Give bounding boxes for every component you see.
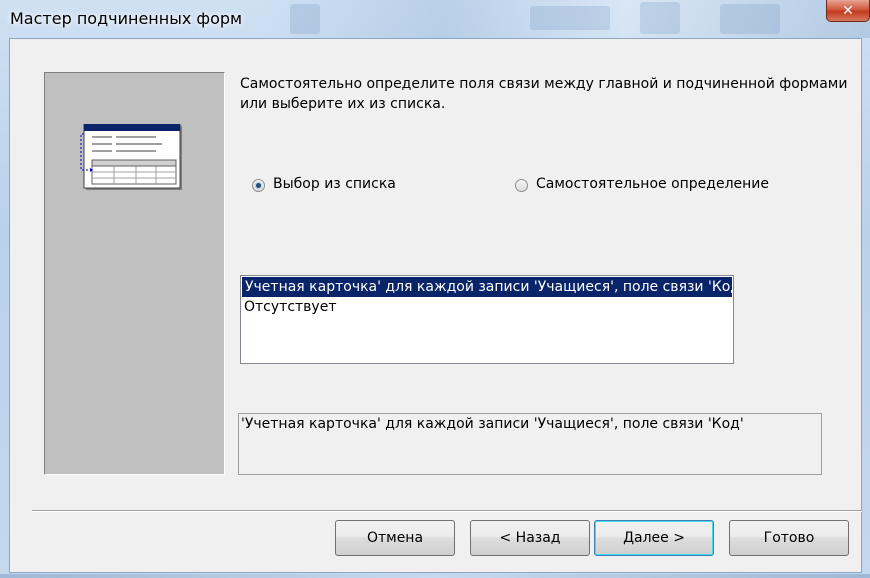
back-button[interactable]: < Назад [470,520,590,556]
radio-define-own-label[interactable]: Самостоятельное определение [536,176,769,192]
link-fields-listbox[interactable]: Учетная карточка' для каждой записи 'Уча… [240,275,734,364]
subform-wizard-illustration-icon [80,124,182,190]
list-item-selected[interactable]: Учетная карточка' для каждой записи 'Уча… [242,277,732,297]
window-title: Мастер подчиненных форм [10,9,243,28]
radio-choose-from-list[interactable]: Выбор из списка [252,176,396,192]
description-text: 'Учетная карточка' для каждой записи 'Уч… [241,416,744,432]
radio-define-own[interactable]: Самостоятельное определение [515,176,769,192]
instructions-line-2: или выберите их из списка. [240,96,446,112]
taskbar-edge [0,574,870,578]
description-box: 'Учетная карточка' для каждой записи 'Уч… [238,413,822,475]
list-item[interactable]: Отсутствует [241,297,733,317]
background-shape [530,6,610,30]
instructions: Самостоятельно определите поля связи меж… [240,74,850,114]
close-icon: ✕ [842,2,854,19]
background-shape [290,4,320,34]
background-shape [720,4,780,34]
radio-selected-icon[interactable] [252,178,265,192]
cancel-button[interactable]: Отмена [335,520,455,556]
close-button[interactable]: ✕ [826,0,870,22]
separator [32,510,862,512]
next-button[interactable]: Далее > [594,520,714,556]
finish-button[interactable]: Готово [729,520,849,556]
background-shape [640,2,680,34]
radio-choose-from-list-label[interactable]: Выбор из списка [273,176,396,192]
radio-unselected-icon[interactable] [515,178,528,192]
instructions-line-1: Самостоятельно определите поля связи меж… [240,76,848,92]
